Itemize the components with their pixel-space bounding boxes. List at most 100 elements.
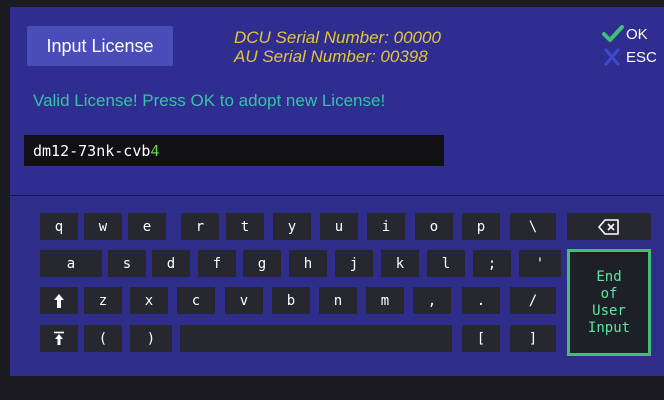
key-k-label: k [395, 255, 405, 272]
esc-label: ESC [626, 48, 657, 66]
end-label-line: Input [587, 319, 631, 336]
screen: Input License DCU Serial Number: 00000 A… [0, 0, 664, 400]
end-of-user-input-key[interactable]: End of User Input [567, 249, 651, 356]
key-y-label: y [287, 218, 297, 235]
ok-button[interactable]: OK [602, 25, 648, 43]
key-x[interactable]: x [130, 287, 168, 314]
end-label-line: User [592, 302, 626, 319]
key-k[interactable]: k [381, 250, 419, 277]
key-close-paren[interactable]: ) [130, 325, 172, 352]
key-r-label: r [195, 218, 205, 235]
key-s-label: s [122, 255, 132, 272]
key-j[interactable]: j [335, 250, 373, 277]
input-license-label: Input License [46, 35, 154, 56]
key-a-label: a [66, 255, 76, 272]
key-slash-label: / [528, 292, 538, 309]
shift-icon [54, 293, 64, 308]
key-comma[interactable]: , [413, 287, 451, 314]
key-n[interactable]: n [319, 287, 357, 314]
key-open-paren-label: ( [98, 330, 108, 347]
key-close-paren-label: ) [146, 330, 156, 347]
key-t[interactable]: t [226, 213, 264, 240]
key-comma-label: , [427, 292, 437, 309]
key-z[interactable]: z [84, 287, 122, 314]
key-u-label: u [334, 218, 344, 235]
caps-lock-key[interactable] [40, 325, 78, 352]
key-b[interactable]: b [272, 287, 310, 314]
key-d[interactable]: d [152, 250, 190, 277]
key-n-label: n [333, 292, 343, 309]
key-a[interactable]: a [40, 250, 102, 277]
key-o-label: o [429, 218, 439, 235]
key-x-label: x [144, 292, 154, 309]
key-y[interactable]: y [273, 213, 311, 240]
key-w-label: w [98, 218, 108, 235]
key-i-label: i [381, 218, 391, 235]
bottom-bar [0, 378, 664, 400]
key-c-label: c [191, 292, 201, 309]
key-p[interactable]: p [462, 213, 500, 240]
key-v-label: v [239, 292, 249, 309]
key-open-paren[interactable]: ( [84, 325, 122, 352]
key-m-label: m [380, 292, 390, 309]
x-icon [604, 48, 620, 66]
key-l-label: l [441, 255, 451, 272]
key-l[interactable]: l [427, 250, 465, 277]
key-i[interactable]: i [367, 213, 405, 240]
key-open-bracket[interactable]: [ [462, 325, 500, 352]
key-close-bracket-label: ] [528, 330, 538, 347]
key-f-label: f [212, 255, 222, 272]
license-value: dm12-73nk-cvb [33, 141, 151, 160]
key-t-label: t [240, 218, 250, 235]
key-m[interactable]: m [366, 287, 404, 314]
key-quote[interactable]: ' [519, 250, 561, 277]
key-open-bracket-label: [ [476, 330, 486, 347]
key-period[interactable]: . [462, 287, 500, 314]
end-label-line: End [596, 268, 622, 285]
key-e-label: e [142, 218, 152, 235]
key-d-label: d [166, 255, 176, 272]
input-license-button[interactable]: Input License [27, 26, 173, 66]
ok-label: OK [626, 25, 648, 43]
caps-lock-icon [54, 331, 64, 345]
key-f[interactable]: f [198, 250, 236, 277]
license-input[interactable]: dm12-73nk-cvb 4 [24, 135, 444, 166]
space-key[interactable] [180, 325, 452, 352]
key-p-label: p [476, 218, 486, 235]
dcu-serial-number: DCU Serial Number: 00000 [234, 28, 441, 47]
backspace-key[interactable] [567, 213, 651, 240]
checkmark-icon [602, 25, 624, 42]
key-semicolon[interactable]: ; [473, 250, 511, 277]
key-q[interactable]: q [40, 213, 78, 240]
key-slash[interactable]: / [510, 287, 556, 314]
key-backslash[interactable]: \ [510, 213, 556, 240]
key-b-label: b [286, 292, 296, 309]
key-u[interactable]: u [320, 213, 358, 240]
end-of-user-input-label: End of User Input [579, 269, 639, 337]
au-serial-number: AU Serial Number: 00398 [234, 47, 428, 66]
key-s[interactable]: s [108, 250, 146, 277]
license-value-last-char: 4 [150, 141, 160, 160]
key-r[interactable]: r [181, 213, 219, 240]
end-label-line: of [600, 285, 618, 302]
key-backslash-label: \ [528, 218, 538, 235]
key-q-label: q [54, 218, 64, 235]
key-period-label: . [476, 292, 486, 309]
key-c[interactable]: c [177, 287, 215, 314]
backspace-icon [598, 218, 619, 235]
key-e[interactable]: e [128, 213, 166, 240]
status-message: Valid License! Press OK to adopt new Lic… [33, 91, 386, 110]
key-quote-label: ' [535, 255, 545, 272]
key-h[interactable]: h [289, 250, 327, 277]
key-o[interactable]: o [415, 213, 453, 240]
key-w[interactable]: w [84, 213, 122, 240]
key-g-label: g [257, 255, 267, 272]
key-g[interactable]: g [243, 250, 281, 277]
key-j-label: j [349, 255, 359, 272]
key-v[interactable]: v [225, 287, 263, 314]
esc-button[interactable]: ESC [602, 48, 657, 66]
key-z-label: z [98, 292, 108, 309]
key-semicolon-label: ; [487, 255, 497, 272]
key-close-bracket[interactable]: ] [510, 325, 556, 352]
shift-key[interactable] [40, 287, 78, 314]
